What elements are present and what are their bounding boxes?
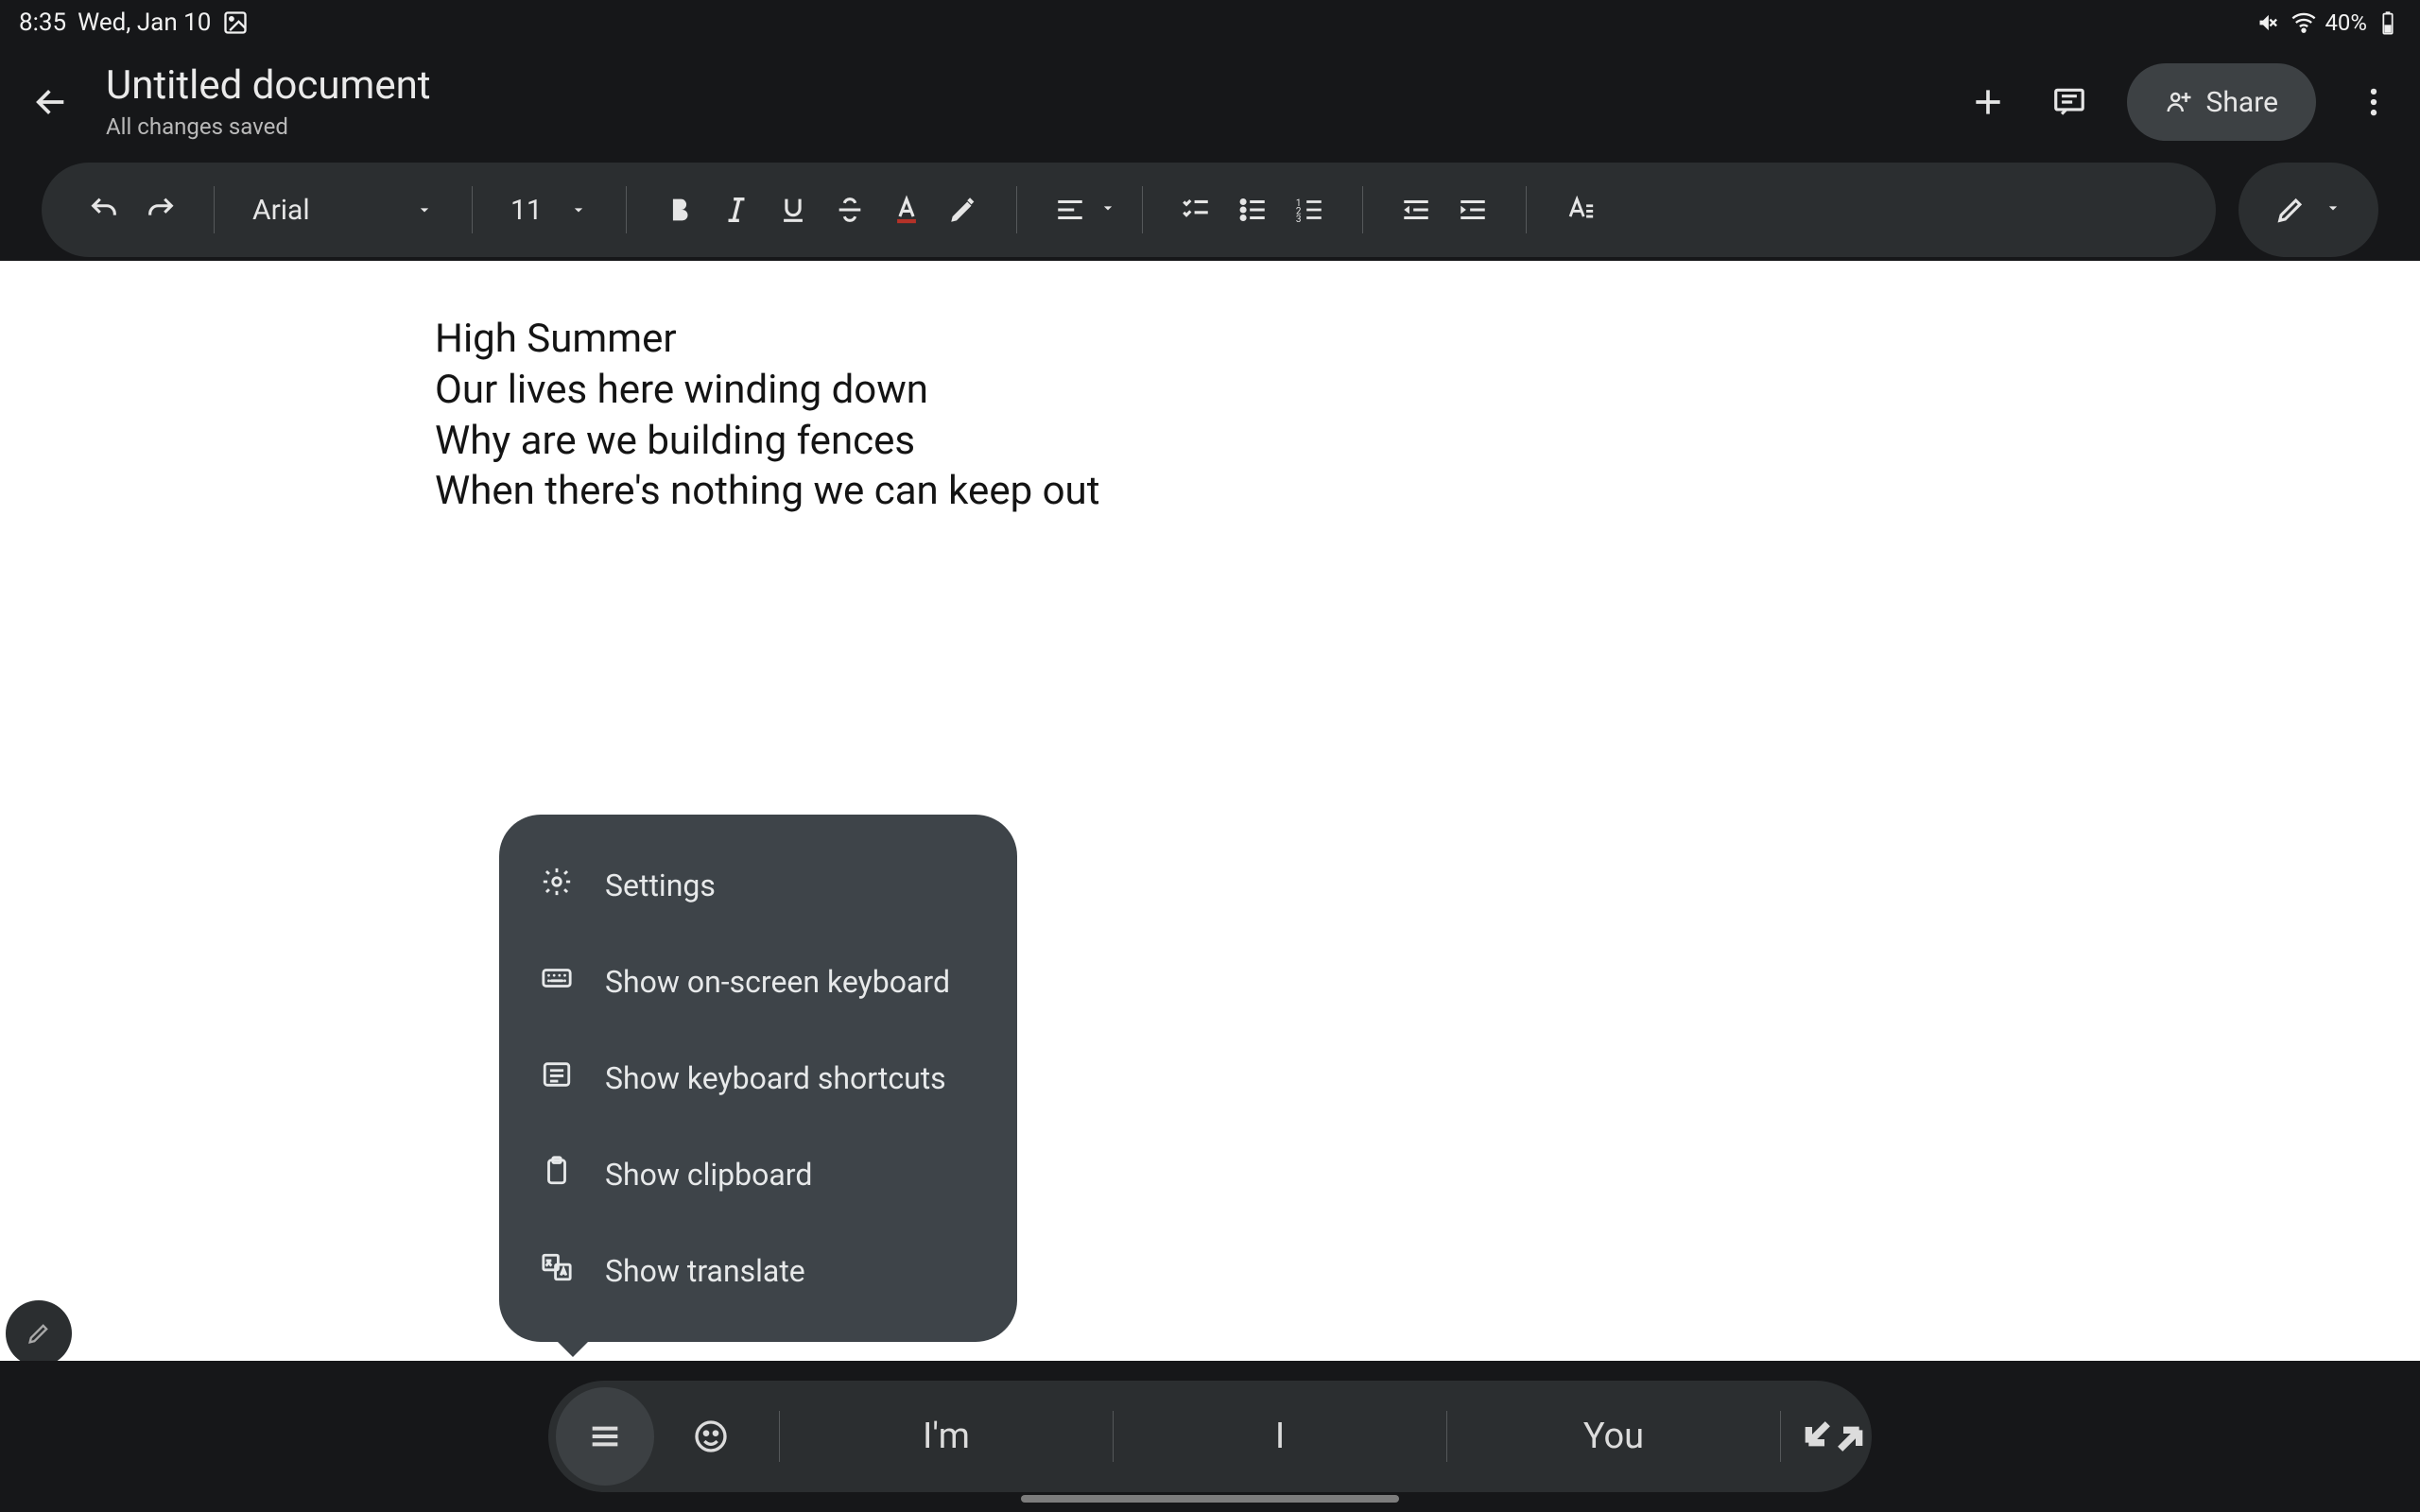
checklist-button[interactable] <box>1167 181 1224 238</box>
popup-label: Show clipboard <box>605 1157 812 1193</box>
popup-item-show-keyboard[interactable]: Show on-screen keyboard <box>499 934 1017 1030</box>
svg-text:3: 3 <box>1296 215 1302 225</box>
ime-menu-button[interactable] <box>556 1387 654 1486</box>
indent-button[interactable] <box>1444 181 1501 238</box>
toolbar-separator <box>214 186 215 233</box>
status-left: 8:35 Wed, Jan 10 <box>19 9 249 37</box>
chevron-down-icon <box>2324 198 2342 221</box>
toolbar-separator <box>1362 186 1363 233</box>
underline-button[interactable] <box>765 181 821 238</box>
toolbar: Arial 11 <box>0 159 2420 261</box>
text-color-button[interactable] <box>878 181 935 238</box>
bullet-list-button[interactable] <box>1224 181 1281 238</box>
ime-bar: I'm I You <box>548 1381 1872 1492</box>
popup-label: Show keyboard shortcuts <box>605 1060 946 1096</box>
text-format-button[interactable] <box>1551 181 1608 238</box>
ime-separator <box>1113 1411 1114 1462</box>
document-title[interactable]: Untitled document <box>106 64 1964 108</box>
suggestion-1[interactable]: I'm <box>795 1416 1098 1457</box>
document-content[interactable]: High Summer Our lives here winding down … <box>0 261 2420 517</box>
font-size-selector[interactable]: 11 <box>497 194 601 227</box>
wifi-icon <box>2290 9 2317 36</box>
popup-item-clipboard[interactable]: Show clipboard <box>499 1126 1017 1223</box>
gear-icon <box>541 866 573 905</box>
back-button[interactable] <box>23 74 79 130</box>
popup-item-settings[interactable]: Settings <box>499 837 1017 934</box>
status-time: 8:35 <box>19 9 66 37</box>
suggestion-3[interactable]: You <box>1462 1416 1765 1457</box>
overflow-menu-button[interactable] <box>2350 78 2397 126</box>
save-state: All changes saved <box>106 113 1964 140</box>
highlight-button[interactable] <box>935 181 992 238</box>
mute-icon <box>2256 9 2283 36</box>
undo-button[interactable] <box>76 181 132 238</box>
font-size-value: 11 <box>510 194 543 227</box>
popup-label: Show translate <box>605 1253 805 1289</box>
keyboard-icon <box>541 962 573 1002</box>
document-area[interactable]: High Summer Our lives here winding down … <box>0 261 2420 1361</box>
toolbar-separator <box>1016 186 1017 233</box>
share-button[interactable]: Share <box>2127 63 2316 141</box>
ime-separator <box>1446 1411 1447 1462</box>
document-line[interactable]: Why are we building fences <box>435 416 2420 467</box>
toolbar-separator <box>1526 186 1527 233</box>
editing-mode-button[interactable] <box>2238 163 2378 257</box>
share-label: Share <box>2206 86 2278 119</box>
popup-item-translate[interactable]: Show translate <box>499 1223 1017 1319</box>
popup-pointer <box>556 1340 590 1357</box>
font-name: Arial <box>252 194 310 227</box>
title-bar: Untitled document All changes saved Shar… <box>0 45 2420 159</box>
bottom-bar: I'm I You <box>0 1361 2420 1512</box>
image-icon <box>222 9 249 36</box>
suggestion-2[interactable]: I <box>1129 1416 1431 1457</box>
translate-icon <box>541 1251 573 1291</box>
toolbar-separator <box>626 186 627 233</box>
italic-button[interactable] <box>708 181 765 238</box>
chevron-down-icon <box>569 194 588 227</box>
ime-separator <box>779 1411 780 1462</box>
clipboard-icon <box>541 1155 573 1194</box>
chevron-down-icon <box>1098 198 1117 221</box>
strikethrough-button[interactable] <box>821 181 878 238</box>
toolbar-separator <box>1142 186 1143 233</box>
chevron-down-icon <box>415 194 434 227</box>
document-line[interactable]: When there's nothing we can keep out <box>435 466 2420 517</box>
alignment-button[interactable] <box>1042 181 1117 238</box>
battery-icon <box>2375 9 2401 36</box>
popup-item-shortcuts[interactable]: Show keyboard shortcuts <box>499 1030 1017 1126</box>
ime-options-popup: Settings Show on-screen keyboard Show ke… <box>499 815 1017 1342</box>
title-block: Untitled document All changes saved <box>106 64 1964 140</box>
document-line[interactable]: Our lives here winding down <box>435 365 2420 416</box>
redo-button[interactable] <box>132 181 189 238</box>
document-line[interactable]: High Summer <box>435 314 2420 365</box>
outdent-button[interactable] <box>1388 181 1444 238</box>
ime-emoji-button[interactable] <box>662 1387 760 1486</box>
popup-label: Show on-screen keyboard <box>605 964 950 1000</box>
font-selector[interactable]: Arial <box>239 194 447 227</box>
title-actions: Share <box>1964 63 2397 141</box>
popup-label: Settings <box>605 868 716 903</box>
gesture-nav-bar[interactable] <box>1021 1495 1399 1503</box>
toolbar-pill: Arial 11 <box>42 163 2216 257</box>
battery-percent: 40% <box>2325 9 2367 36</box>
numbered-list-button[interactable]: 123 <box>1281 181 1338 238</box>
add-button[interactable] <box>1964 78 2012 126</box>
shortcut-icon <box>541 1058 573 1098</box>
ime-separator <box>1780 1411 1781 1462</box>
status-right: 40% <box>2256 9 2401 36</box>
status-date: Wed, Jan 10 <box>78 9 211 37</box>
toolbar-separator <box>472 186 473 233</box>
ime-collapse-button[interactable] <box>1796 1399 1872 1474</box>
edit-fab[interactable] <box>6 1300 72 1366</box>
bold-button[interactable] <box>651 181 708 238</box>
comments-button[interactable] <box>2046 78 2093 126</box>
status-bar: 8:35 Wed, Jan 10 40% <box>0 0 2420 45</box>
